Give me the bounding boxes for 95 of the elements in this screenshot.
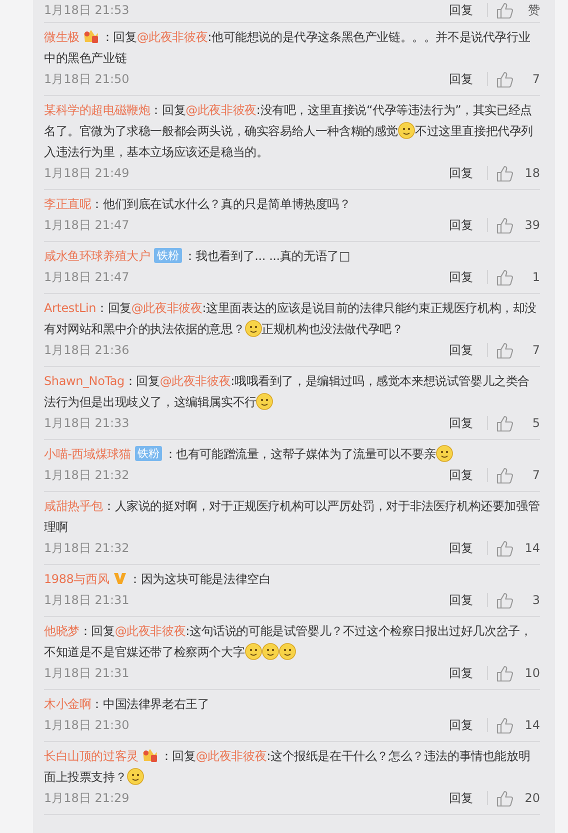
like-count: 18	[524, 166, 540, 180]
author-link[interactable]: 1988与西风	[44, 572, 110, 586]
thumbs-up-icon[interactable]	[496, 414, 514, 432]
emoji-icon	[436, 445, 453, 462]
verified-icon	[113, 572, 128, 585]
like-count: 14	[524, 718, 540, 732]
comment-time: 1月18日 21:32	[44, 466, 130, 484]
thumbs-up-icon[interactable]	[496, 716, 514, 734]
comment-text: 某科学的超电磁鞭炮：回复@此夜非彼夜:没有吧，这里直接说“代孕等违法行为”，其实已经点名了。官微为了求稳一般都会两头说，确实容易给人一种含糊的感觉 不过这里直接把代孕列入违法行为里，基本立场应该还是稳当的。	[44, 102, 534, 161]
comment-time: 1月18日 21:53	[44, 2, 130, 18]
thumbs-up-icon[interactable]	[496, 342, 514, 358]
emoji-icon	[126, 768, 144, 785]
author-link[interactable]: 他晓梦	[44, 624, 80, 638]
like-count: 3	[531, 593, 540, 607]
author-link[interactable]: Shawn_NoTag	[44, 374, 124, 388]
reply-link[interactable]: 回复	[449, 466, 473, 484]
emoji-icon	[278, 643, 296, 660]
thumbs-up-icon[interactable]	[496, 70, 514, 88]
comment-text: 1988与西风 ：因为这块可能是法律空白	[44, 571, 272, 588]
comment-time: 1月18日 21:31	[44, 592, 130, 608]
like-count: 10	[524, 666, 540, 680]
thumbs-up-icon[interactable]	[496, 164, 514, 182]
reply-link[interactable]: 回复	[449, 540, 473, 556]
author-link[interactable]: 咸水鱼环球养殖大户	[44, 249, 150, 263]
author-link[interactable]: 咸甜热乎包	[44, 499, 104, 513]
reply-link[interactable]: 回复	[449, 790, 473, 806]
mention-link[interactable]: @此夜非彼夜	[131, 301, 202, 315]
like-count: 7	[531, 343, 540, 357]
comment-text: 他晓梦：回复@此夜非彼夜:这句话说的可能是试管婴儿？不过这个检察日报出过好几次岔子，不知道是不是官媒还带了检察两个大字	[44, 623, 533, 662]
comment-text: 长白山顶的过客灵 ：回复@此夜非彼夜:这个报纸是在干什么？怎么？违法的事情也能放明面上投票支持？	[44, 747, 532, 787]
mention-link[interactable]: @此夜非彼夜	[186, 103, 256, 117]
like-count: 1	[531, 270, 540, 284]
like-count: 7	[531, 72, 540, 86]
thumbs-up-icon[interactable]	[496, 2, 514, 18]
thumbs-up-icon[interactable]	[496, 268, 514, 286]
comment-text: 小喵-西域煤球猫 铁粉 ：也有可能蹭流量，这帮子媒体为了流量可以不要亲	[44, 444, 540, 465]
like-count: 39	[524, 218, 540, 232]
comment-time: 1月18日 21:47	[44, 268, 130, 286]
author-link[interactable]: 某科学的超电磁鞭炮	[44, 103, 150, 117]
reply-link[interactable]: 回复	[449, 414, 473, 432]
comment-text: Shawn_NoTag：回复@此夜非彼夜:哦哦看到了，是编辑过吗，感觉本来想说试管婴儿之类合法行为但是出现歧义了，这编辑属实不行	[44, 373, 530, 412]
author-link[interactable]: 李正直呢	[44, 197, 92, 211]
comment-time: 1月18日 21:29	[44, 790, 130, 806]
fan-tag: 铁粉	[154, 248, 182, 263]
mention-link[interactable]: @此夜非彼夜	[160, 374, 231, 388]
like-count: 5	[531, 416, 540, 430]
comment-text: 李正直呢：他们到底在试水什么？真的只是简单博热度吗？	[44, 196, 352, 213]
comment-time: 1月18日 21:36	[44, 342, 130, 358]
author-link[interactable]: 木小金啊	[44, 697, 92, 711]
comment-time: 1月18日 21:31	[44, 664, 130, 682]
comment-text: ArtestLin：回复@此夜非彼夜:这里面表达的应该是说目前的法律只能约束正规医疗机构，却没有对网站和黑中介的执法依据的意思？ 正规机构也没法做代孕吧？	[44, 300, 538, 339]
like-count: 14	[524, 541, 540, 555]
comment-time: 1月18日 21:50	[44, 70, 130, 88]
comment-text: 微生极 ：回复@此夜非彼夜:他可能想说的是代孕这条黑色产业链。。。并不是说代孕行业中的黑色产业链	[44, 28, 532, 67]
like-count: 7	[531, 468, 540, 482]
fan-tag: 铁粉	[134, 446, 162, 461]
thumbs-up-icon[interactable]	[496, 790, 514, 806]
like-count: 20	[524, 791, 540, 805]
reply-link[interactable]: 回复	[449, 2, 473, 18]
crown-icon	[142, 748, 158, 762]
comment-time: 1月18日 21:30	[44, 716, 130, 734]
emoji-icon	[262, 643, 279, 660]
mention-link[interactable]: @此夜非彼夜	[136, 30, 208, 44]
author-link[interactable]: ArtestLin	[44, 301, 96, 315]
thumbs-up-icon[interactable]	[496, 664, 514, 682]
comment-text: 咸水鱼环球养殖大户 铁粉 ：我也看到了... ...真的无语了□	[44, 247, 352, 265]
emoji-icon	[256, 393, 274, 410]
reply-link[interactable]: 回复	[449, 716, 473, 734]
reply-link[interactable]: 回复	[449, 592, 473, 608]
thumbs-up-icon[interactable]	[496, 592, 514, 608]
mention-link[interactable]: @此夜非彼夜	[114, 624, 186, 638]
author-link[interactable]: 小喵-西域煤球猫	[44, 447, 131, 461]
reply-link[interactable]: 回复	[449, 70, 473, 88]
emoji-icon	[244, 643, 262, 660]
mention-link[interactable]: @此夜非彼夜	[196, 749, 267, 763]
like-count: 赞	[527, 2, 540, 18]
reply-link[interactable]: 回复	[449, 164, 473, 182]
comment-time: 1月18日 21:49	[44, 164, 130, 182]
crown-icon	[83, 29, 100, 43]
reply-link[interactable]: 回复	[449, 268, 473, 286]
thumbs-up-icon[interactable]	[496, 466, 514, 484]
comment-text: 咸甜热乎包：人家说的挺对啊，对于正规医疗机构可以严厉处罚，对于非法医疗机构还要加强管理啊	[44, 498, 540, 536]
reply-link[interactable]: 回复	[449, 342, 473, 358]
comment-time: 1月18日 21:33	[44, 414, 130, 432]
reply-link[interactable]: 回复	[449, 216, 473, 234]
comment-time: 1月18日 21:32	[44, 540, 130, 556]
thumbs-up-icon[interactable]	[496, 216, 514, 234]
comment-time: 1月18日 21:47	[44, 216, 130, 234]
comment-text: 木小金啊：中国法律界老右王了	[44, 696, 210, 713]
reply-link[interactable]: 回复	[449, 664, 473, 682]
thumbs-up-icon[interactable]	[496, 540, 514, 556]
author-link[interactable]: 微生极	[44, 30, 80, 44]
emoji-icon	[244, 320, 262, 337]
emoji-icon	[398, 122, 416, 139]
author-link[interactable]: 长白山顶的过客灵	[44, 749, 138, 763]
